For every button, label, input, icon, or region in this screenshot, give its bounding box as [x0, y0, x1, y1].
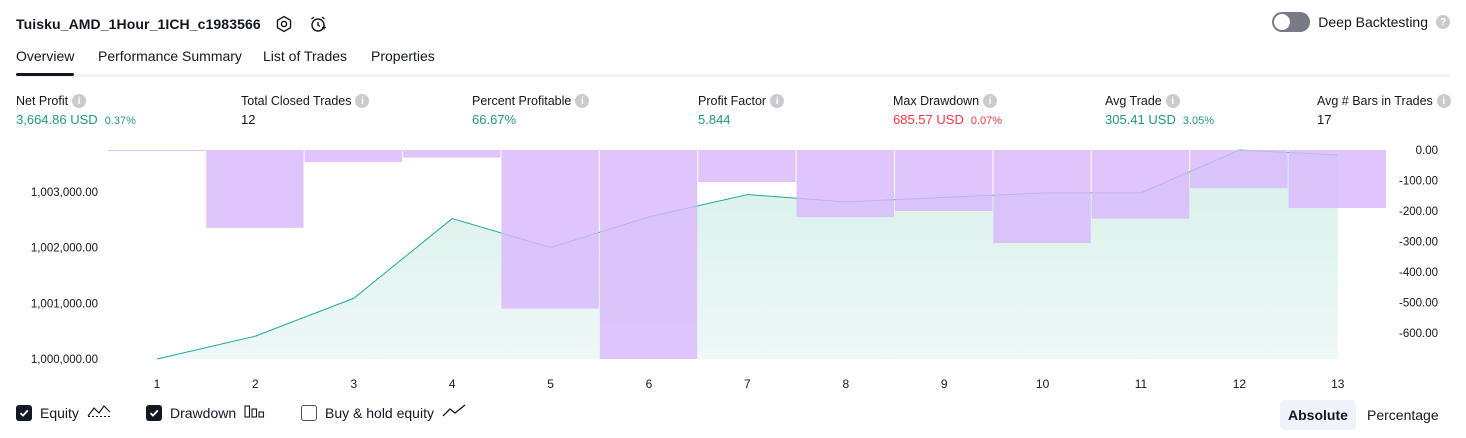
- equity-line-icon: [87, 403, 111, 422]
- tab-overview[interactable]: Overview: [16, 48, 75, 76]
- metric-value: 3,664.86: [16, 112, 67, 127]
- deep-backtesting-toggle[interactable]: [1272, 12, 1311, 32]
- y2-axis-tick-label: -100.00: [1399, 176, 1438, 188]
- metric-value: 66.67%: [472, 112, 517, 127]
- checkbox-checked-icon[interactable]: [146, 404, 162, 421]
- metric-label: Avg Trade: [1105, 94, 1162, 108]
- y-axis-tick-label: 1,000,000.00: [31, 354, 98, 366]
- tab-list-of-trades[interactable]: List of Trades: [263, 48, 347, 74]
- info-icon[interactable]: i: [355, 94, 370, 108]
- drawdown-bar: [993, 150, 1091, 244]
- drawdown-bar: [796, 150, 894, 218]
- metric-avg-bars-in-trades: Avg # Bars in Trades i 17: [1317, 93, 1451, 127]
- info-icon[interactable]: i: [72, 94, 87, 108]
- x-axis-tick-label: 2: [252, 377, 259, 391]
- metric-label: Percent Profitable: [472, 94, 572, 108]
- info-icon[interactable]: i: [770, 94, 785, 108]
- absolute-button[interactable]: Absolute: [1280, 400, 1356, 430]
- x-axis-tick-label: 8: [842, 377, 849, 391]
- y2-axis-tick-label: 0.00: [1416, 145, 1438, 157]
- metric-label: Net Profit: [16, 94, 69, 108]
- drawdown-bar: [895, 150, 993, 212]
- legend-buy-hold-equity[interactable]: Buy & hold equity: [301, 403, 466, 422]
- x-axis-tick-label: 11: [1135, 377, 1148, 391]
- metric-unit: USD: [70, 112, 98, 127]
- drawdown-bar: [698, 150, 796, 183]
- x-axis-tick-label: 4: [449, 377, 456, 391]
- deep-backtesting: Deep Backtesting ?: [1272, 12, 1450, 32]
- drawdown-bar: [501, 150, 599, 309]
- metric-net-profit: Net Profit i 3,664.86 USD 0.37%: [16, 93, 136, 127]
- checkbox-checked-icon[interactable]: [16, 404, 32, 421]
- alarm-clock-icon[interactable]: [307, 13, 329, 35]
- strategy-header: Tuisku_AMD_1Hour_1ICH_c1983566: [16, 12, 329, 36]
- y2-axis-tick-label: -500.00: [1399, 298, 1438, 310]
- drawdown-bar: [1190, 150, 1288, 189]
- drawdown-bar: [304, 150, 402, 163]
- info-icon[interactable]: i: [1436, 94, 1451, 108]
- x-axis-tick-label: 5: [547, 377, 554, 391]
- x-axis-tick-label: 13: [1331, 377, 1345, 391]
- legend-equity[interactable]: Equity: [16, 403, 111, 422]
- info-icon[interactable]: i: [983, 94, 998, 108]
- metric-value: 12: [241, 112, 256, 127]
- strategy-name: Tuisku_AMD_1Hour_1ICH_c1983566: [16, 16, 261, 32]
- checkbox-unchecked-icon[interactable]: [301, 404, 317, 421]
- metric-value: 17: [1317, 112, 1332, 127]
- metric-total-closed-trades: Total Closed Trades i 12: [241, 93, 370, 127]
- drawdown-bar: [1091, 150, 1190, 219]
- metric-label: Avg # Bars in Trades: [1317, 94, 1433, 108]
- tab-performance-summary[interactable]: Performance Summary: [98, 48, 242, 74]
- drawdown-bar: [1288, 150, 1386, 208]
- metric-max-drawdown: Max Drawdown i 685.57 USD 0.07%: [893, 93, 1002, 127]
- percentage-button[interactable]: Percentage: [1359, 400, 1447, 430]
- metric-value: 685.57: [893, 112, 933, 127]
- x-axis-tick-label: 1: [154, 377, 161, 391]
- y-axis-tick-label: 1,003,000.00: [31, 187, 98, 199]
- y2-axis-tick-label: -400.00: [1399, 267, 1438, 279]
- y2-axis-tick-label: -600.00: [1399, 328, 1438, 340]
- report-tabs: Overview Performance Summary List of Tra…: [16, 46, 1450, 77]
- x-axis-tick-label: 12: [1233, 377, 1247, 391]
- metric-percent-profitable: Percent Profitable i 66.67%: [472, 93, 590, 127]
- legend-label: Drawdown: [170, 404, 237, 421]
- y-axis-tick-label: 1,001,000.00: [31, 298, 98, 310]
- legend-label: Buy & hold equity: [325, 404, 434, 421]
- x-axis-tick-label: 9: [941, 377, 948, 391]
- metric-unit: USD: [936, 112, 964, 127]
- metric-value: 5.844: [698, 112, 731, 127]
- info-icon[interactable]: i: [1165, 94, 1180, 108]
- drawdown-bar: [108, 150, 206, 151]
- x-axis-tick-label: 3: [350, 377, 357, 391]
- x-axis-tick-label: 10: [1036, 377, 1050, 391]
- legend-drawdown[interactable]: Drawdown: [146, 403, 266, 422]
- metric-label: Total Closed Trades: [241, 94, 352, 108]
- metric-percent: 0.37%: [104, 115, 136, 127]
- gear-icon[interactable]: [273, 13, 295, 35]
- tab-properties[interactable]: Properties: [371, 48, 435, 74]
- x-axis-tick-label: 6: [646, 377, 653, 391]
- metric-avg-trade: Avg Trade i 305.41 USD 3.05%: [1105, 93, 1214, 127]
- metric-profit-factor: Profit Factor i 5.844: [698, 93, 785, 127]
- metric-percent: 0.07%: [970, 115, 1003, 127]
- info-icon[interactable]: i: [575, 94, 590, 108]
- metric-percent: 3.05%: [1182, 115, 1215, 127]
- metric-value: 305.41: [1105, 112, 1145, 127]
- drawdown-bar: [599, 150, 698, 359]
- help-icon[interactable]: ?: [1436, 15, 1450, 29]
- drawdown-bar: [403, 150, 501, 158]
- deep-backtesting-label: Deep Backtesting: [1318, 14, 1428, 30]
- y2-axis-tick-label: -300.00: [1399, 237, 1438, 249]
- buy-hold-line-icon: [442, 403, 466, 422]
- metric-label: Max Drawdown: [893, 94, 980, 108]
- legend-label: Equity: [40, 404, 79, 421]
- metric-label: Profit Factor: [698, 94, 767, 108]
- y-axis-tick-label: 1,002,000.00: [31, 243, 98, 255]
- metric-unit: USD: [1148, 112, 1176, 127]
- x-axis-tick-label: 7: [744, 377, 751, 391]
- drawdown-bar: [206, 150, 304, 228]
- equity-drawdown-chart[interactable]: 1,000,000.00 1,001,000.00 1,002,000.00 1,00…: [0, 140, 1466, 396]
- y2-axis-tick-label: -200.00: [1399, 206, 1438, 218]
- drawdown-bars-icon: [244, 403, 266, 422]
